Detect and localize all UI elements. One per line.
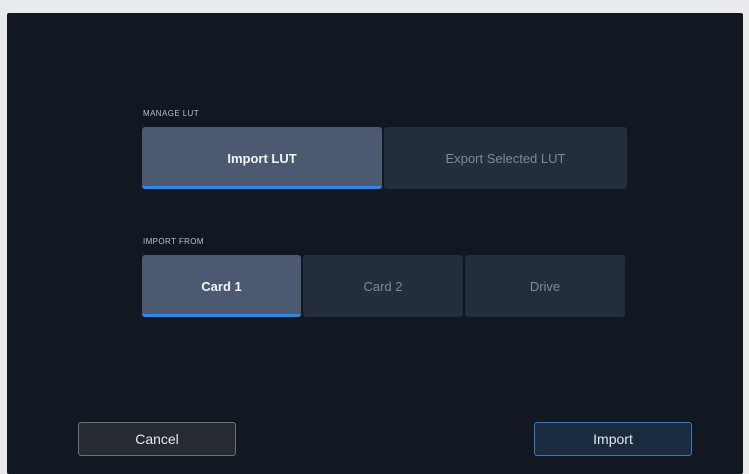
cancel-button[interactable]: Cancel [78, 422, 236, 456]
drive-button[interactable]: Drive [465, 255, 625, 317]
manage-lut-label: MANAGE LUT [143, 109, 200, 118]
export-selected-lut-button[interactable]: Export Selected LUT [384, 127, 627, 189]
manage-lut-segmented-control: Import LUT Export Selected LUT [142, 127, 627, 189]
import-lut-button[interactable]: Import LUT [142, 127, 382, 189]
import-button[interactable]: Import [534, 422, 692, 456]
card-2-button[interactable]: Card 2 [303, 255, 463, 317]
import-from-label: IMPORT FROM [143, 237, 204, 246]
lut-import-dialog: MANAGE LUT Import LUT Export Selected LU… [7, 13, 743, 474]
import-from-segmented-control: Card 1 Card 2 Drive [142, 255, 625, 317]
card-1-button[interactable]: Card 1 [142, 255, 301, 317]
